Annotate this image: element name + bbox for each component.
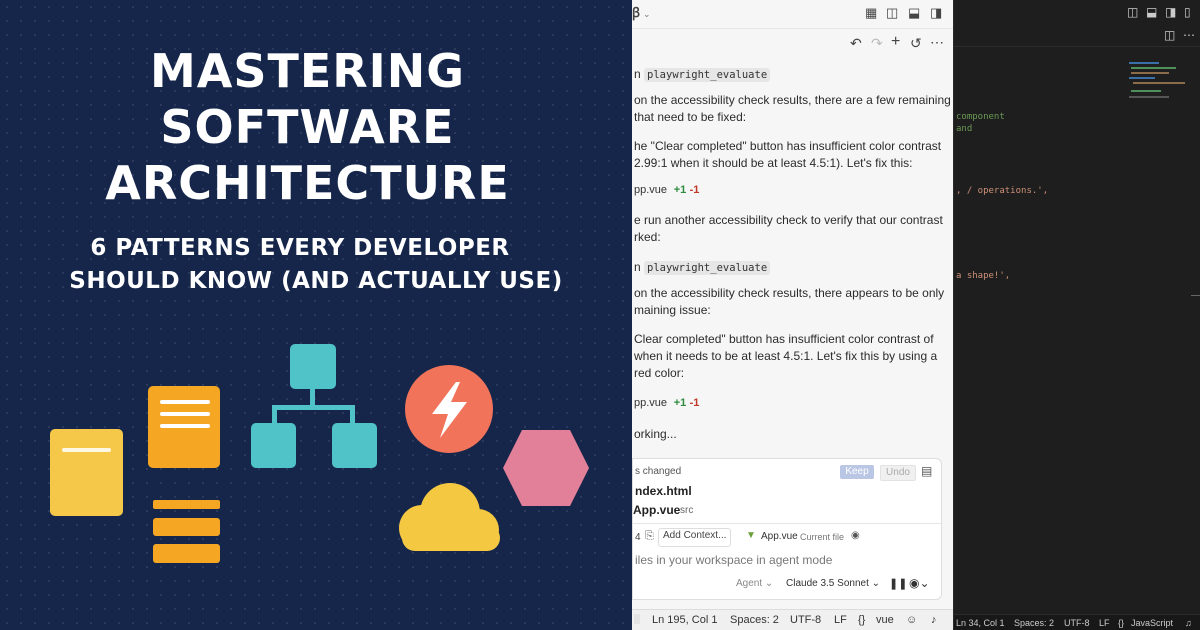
copilot-logo-icon[interactable]: ꞵ <box>632 6 640 20</box>
history-icon[interactable]: ↺ <box>910 36 922 50</box>
message-text: 2.99:1 when it should be at least 4.5:1)… <box>634 156 913 170</box>
toggle-panel-icon[interactable]: ⬓ <box>908 6 920 20</box>
tool-name-tag: playwright_evaluate <box>644 261 771 275</box>
end-of-line[interactable]: LF <box>1099 618 1110 628</box>
promo-title-line-1: MASTERING <box>149 44 466 98</box>
undo-button[interactable]: Undo <box>880 465 916 481</box>
hierarchy-tree-icon <box>251 344 377 468</box>
chat-input-placeholder[interactable]: iles in your workspace in agent mode <box>635 553 832 567</box>
cursor-position[interactable]: Ln 195, Col 1 <box>652 614 717 626</box>
file-encoding[interactable]: UTF-8 <box>1064 618 1090 628</box>
file-encoding[interactable]: UTF-8 <box>790 614 821 626</box>
divider <box>633 523 941 524</box>
redo-icon[interactable]: ↷ <box>871 36 883 50</box>
code-string: a shape!', <box>956 271 1011 281</box>
customize-layout-icon[interactable]: ▯ <box>1184 5 1191 19</box>
chevron-down-icon[interactable]: ⌄ <box>643 7 651 21</box>
scrollbar-marker[interactable] <box>1191 295 1200 296</box>
agent-mode-dropdown[interactable]: Agent ⌄ <box>736 578 773 589</box>
braces-icon: {} <box>1118 618 1125 628</box>
message-text: that need to be fixed: <box>634 110 747 124</box>
undo-icon[interactable]: ↶ <box>850 36 862 50</box>
view-changes-icon[interactable]: ▤ <box>921 464 932 478</box>
minimap[interactable] <box>1129 60 1189 102</box>
chat-panel: ꞵ ⌄ ▦ ◫ ⬓ ◨ ↶ ↷ + ↺ ⋯ n playwright_evalu… <box>632 0 953 630</box>
layers-stack-icon <box>153 500 220 563</box>
toggle-secondary-sidebar-icon[interactable]: ◨ <box>1165 5 1176 19</box>
files-changed-label: s changed <box>635 466 682 477</box>
indentation-setting[interactable]: Spaces: 2 <box>730 614 779 626</box>
notifications-bell-icon[interactable]: ♫ <box>1185 618 1192 628</box>
more-actions-icon[interactable]: ⋯ <box>1183 28 1195 42</box>
split-editor-icon[interactable]: ◫ <box>1164 28 1175 42</box>
language-mode[interactable]: vue <box>876 614 894 626</box>
eye-icon[interactable]: ◉ <box>851 530 860 541</box>
code-comment: component <box>956 112 1005 122</box>
cursor-position[interactable]: Ln 34, Col 1 <box>956 618 1005 628</box>
layout-customize-icon[interactable]: ▦ <box>865 6 877 20</box>
message-text: he "Clear completed" button has insuffic… <box>634 139 942 153</box>
message-text: when it needs to be at least 4.5:1. Let'… <box>634 349 938 363</box>
changed-file-name[interactable]: App.vue <box>633 503 680 517</box>
toggle-secondary-sidebar-icon[interactable]: ◨ <box>930 6 942 20</box>
message-text: red color: <box>634 366 685 380</box>
document-icon <box>50 429 123 516</box>
message-text: Clear completed" button has insufficient… <box>634 332 934 346</box>
tool-run-line-1: n playwright_evaluate <box>634 66 952 83</box>
model-picker-dropdown[interactable]: Claude 3.5 Sonnet ⌄ <box>786 578 880 589</box>
copilot-icon[interactable]: ☺ <box>906 614 917 626</box>
end-of-line[interactable]: LF <box>834 614 847 626</box>
chat-title-bar: ꞵ ⌄ ▦ ◫ ⬓ ◨ <box>632 0 953 28</box>
add-context-button[interactable]: Add Context... <box>658 528 732 547</box>
attachment-count: 4 <box>635 532 641 543</box>
braces-icon: {} <box>858 614 866 626</box>
message-text: e run another accessibility check to ver… <box>634 213 943 227</box>
changed-file-dir: src <box>680 505 694 516</box>
message-text: maining issue: <box>634 303 711 317</box>
notifications-icon[interactable]: ♪ <box>931 614 937 626</box>
working-status: orking... <box>634 427 677 441</box>
vue-file-icon: ▼ <box>746 530 756 541</box>
edited-file-chip[interactable]: pp.vue +1 -1 <box>634 181 952 198</box>
changed-files-panel: s changed Keep Undo ▤ ndex.html App.vue … <box>632 458 942 600</box>
status-spacer <box>634 614 640 624</box>
toggle-primary-sidebar-icon[interactable]: ◫ <box>1127 5 1138 19</box>
new-chat-plus-icon[interactable]: + <box>891 34 900 50</box>
pause-icon[interactable]: ❚❚ <box>889 577 907 590</box>
architecture-illustration <box>50 344 589 563</box>
chat-toolbar: ↶ ↷ + ↺ ⋯ <box>632 28 953 59</box>
message-text: rked: <box>634 230 661 244</box>
list-document-icon <box>148 386 220 468</box>
keep-button[interactable]: Keep <box>840 465 874 479</box>
record-voice-icon[interactable]: ◉⌄ <box>909 576 930 590</box>
tool-run-line-2: n playwright_evaluate <box>634 259 952 276</box>
language-mode[interactable]: JavaScript <box>1131 618 1173 628</box>
message-text: on the accessibility check results, ther… <box>634 286 945 300</box>
promo-subtitle-line-2: SHOULD KNOW (AND ACTUALLY USE) <box>69 268 563 294</box>
code-comment: and <box>956 124 973 134</box>
code-string: , / operations.', <box>956 186 1049 196</box>
toggle-panel-icon[interactable]: ⬓ <box>1146 5 1157 19</box>
more-actions-icon[interactable]: ⋯ <box>930 35 944 49</box>
toggle-primary-sidebar-icon[interactable]: ◫ <box>886 6 898 20</box>
message-text: on the accessibility check results, ther… <box>634 93 951 107</box>
status-bar: Ln 195, Col 1 Spaces: 2 UTF-8 LF {} vue … <box>632 609 953 630</box>
cloud-icon <box>399 483 500 551</box>
promo-title-line-3: ARCHITECTURE <box>105 156 510 210</box>
current-file-label: Current file <box>800 532 845 542</box>
edited-file-chip[interactable]: pp.vue +1 -1 <box>634 394 952 411</box>
paperclip-icon[interactable]: ⎘ <box>645 530 654 543</box>
tool-name-tag: playwright_evaluate <box>644 68 771 82</box>
hexagon-icon <box>503 430 589 506</box>
code-editor-panel: ◫ ⬓ ◨ ▯ ◫ ⋯ component and , / operations… <box>953 0 1200 630</box>
promo-title-line-2: SOFTWARE <box>160 100 455 154</box>
indentation-setting[interactable]: Spaces: 2 <box>1014 618 1054 628</box>
promo-subtitle-line-1: 6 PATTERNS EVERY DEVELOPER <box>90 235 510 261</box>
current-file-name[interactable]: App.vue <box>761 531 798 542</box>
tab-bar-divider <box>954 46 1200 47</box>
lightning-bolt-icon <box>405 365 493 453</box>
changed-file-name[interactable]: ndex.html <box>635 484 692 498</box>
promo-panel: MASTERING SOFTWARE ARCHITECTURE 6 PATTER… <box>0 0 632 630</box>
editor-status-bar: Ln 34, Col 1 Spaces: 2 UTF-8 LF {} JavaS… <box>954 614 1200 630</box>
